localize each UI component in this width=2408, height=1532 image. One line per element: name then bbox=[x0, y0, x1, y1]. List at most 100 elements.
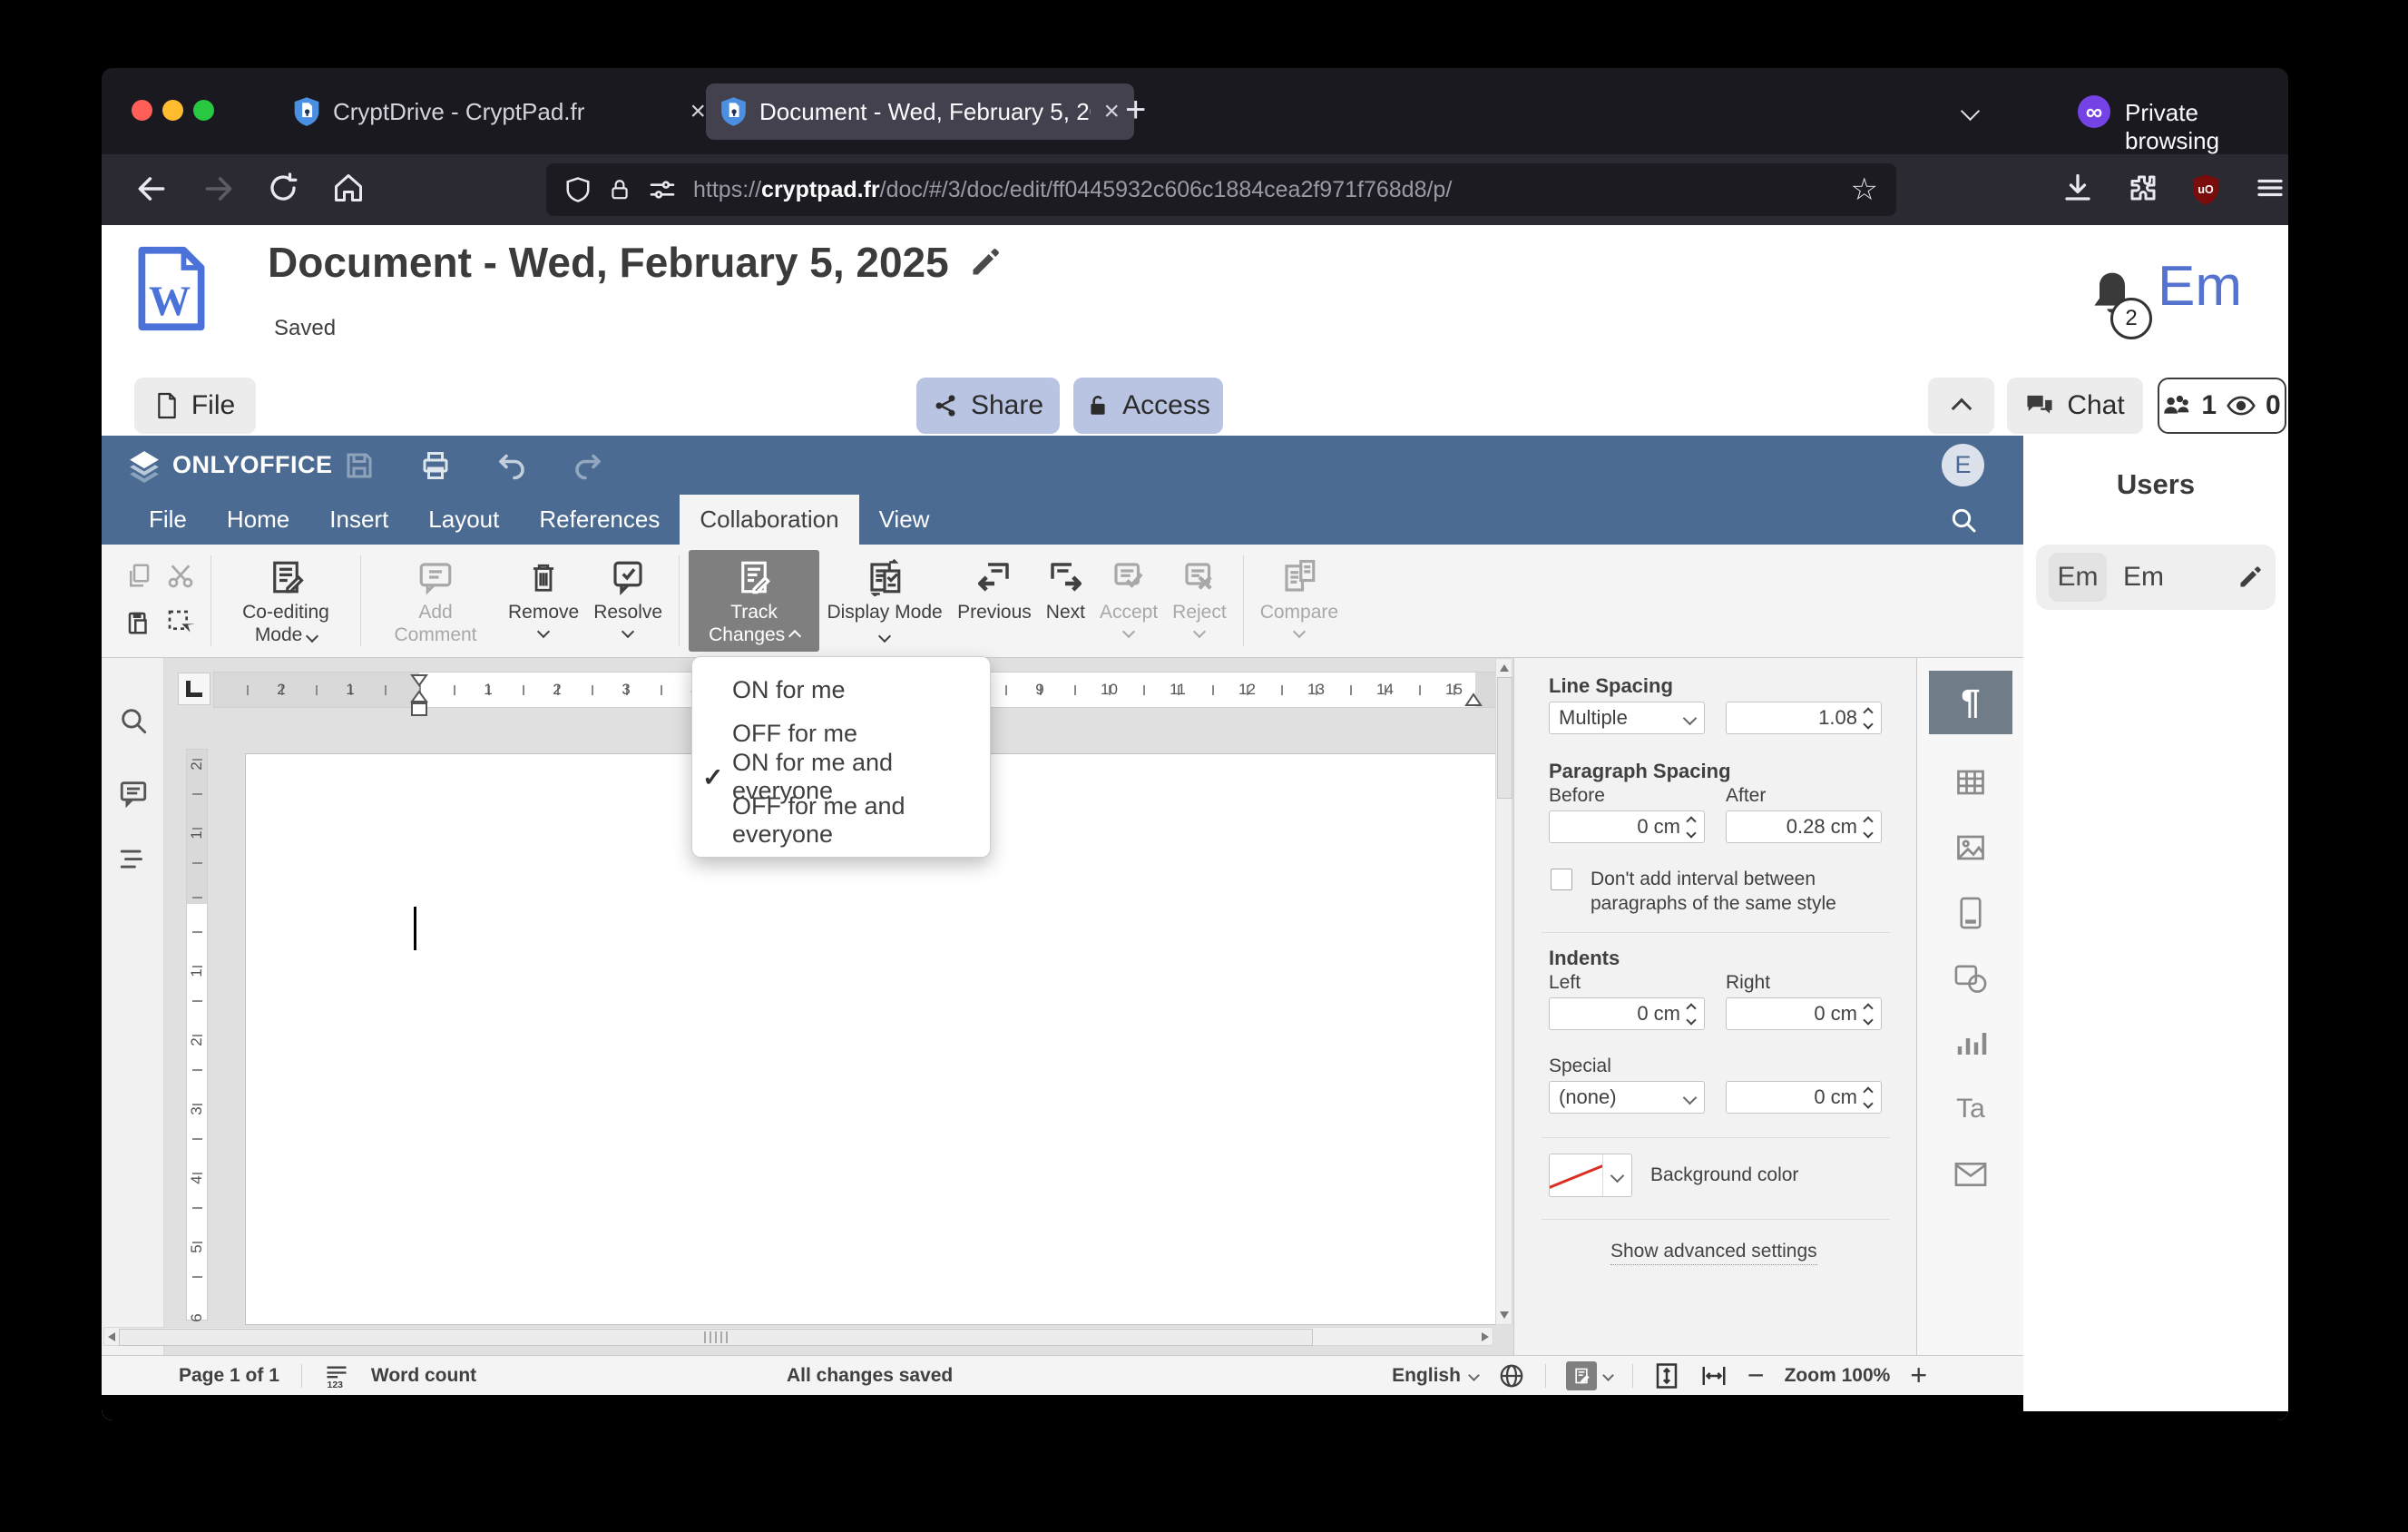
editor-search-icon[interactable] bbox=[1949, 506, 1978, 535]
menu-item[interactable]: OFF for me and everyone bbox=[692, 792, 990, 848]
word-count-button[interactable]: Word count bbox=[371, 1365, 476, 1387]
shape-settings-tab[interactable] bbox=[1929, 947, 2012, 1010]
comments-panel-icon[interactable] bbox=[118, 778, 149, 809]
reject-change-button[interactable]: Reject bbox=[1165, 550, 1234, 652]
presence-indicator[interactable]: 1 0 bbox=[2158, 378, 2286, 434]
redo-icon[interactable] bbox=[572, 449, 604, 482]
fit-page-icon[interactable] bbox=[1653, 1362, 1680, 1390]
connection-lock-icon[interactable] bbox=[608, 175, 631, 204]
browser-tab-cryptdrive[interactable]: CryptDrive - CryptPad.fr × bbox=[279, 83, 720, 140]
display-mode-button[interactable]: Display Mode bbox=[819, 550, 950, 652]
cut-icon[interactable] bbox=[166, 561, 195, 590]
tab-list-chevron-icon[interactable] bbox=[1960, 101, 1981, 122]
editor-tab-layout[interactable]: Layout bbox=[408, 495, 519, 545]
tracking-protection-shield-icon[interactable] bbox=[564, 175, 592, 204]
access-button[interactable]: Access bbox=[1073, 378, 1223, 434]
window-zoom-button[interactable] bbox=[193, 100, 214, 121]
save-icon[interactable] bbox=[343, 449, 376, 482]
special-select[interactable]: (none) bbox=[1549, 1081, 1705, 1114]
indent-right-spinner[interactable]: 0 cm bbox=[1726, 997, 1882, 1030]
right-indent-marker[interactable] bbox=[1464, 692, 1483, 707]
scroll-up-arrow[interactable] bbox=[1500, 664, 1509, 672]
menu-item[interactable]: ON for me bbox=[692, 668, 990, 712]
url-bar[interactable]: https://cryptpad.fr/doc/#/3/doc/edit/ff0… bbox=[546, 163, 1896, 216]
downloads-icon[interactable] bbox=[2061, 172, 2094, 204]
add-comment-button[interactable]: Add Comment bbox=[370, 550, 501, 652]
spin-down[interactable] bbox=[1863, 718, 1874, 730]
home-button[interactable] bbox=[332, 172, 365, 204]
account-initials[interactable]: Em bbox=[2158, 254, 2242, 319]
fit-width-icon[interactable] bbox=[1700, 1362, 1728, 1390]
window-minimize-button[interactable] bbox=[162, 100, 183, 121]
navigation-headings-icon[interactable] bbox=[118, 847, 149, 874]
select-all-icon[interactable] bbox=[166, 608, 195, 637]
compare-button[interactable]: Compare bbox=[1253, 550, 1346, 652]
editor-tab-home[interactable]: Home bbox=[207, 495, 309, 545]
undo-icon[interactable] bbox=[495, 449, 528, 482]
resolve-comments-button[interactable]: Resolve bbox=[586, 550, 670, 652]
track-changes-status-toggle[interactable] bbox=[1565, 1360, 1614, 1390]
chart-settings-tab[interactable] bbox=[1929, 1012, 2012, 1075]
scroll-right-arrow[interactable] bbox=[1482, 1332, 1489, 1341]
editor-tab-collaboration[interactable]: Collaboration bbox=[680, 495, 859, 545]
spellcheck-globe-icon[interactable] bbox=[1498, 1362, 1525, 1390]
new-tab-button[interactable]: + bbox=[1125, 90, 1146, 131]
remove-comments-button[interactable]: Remove bbox=[501, 550, 586, 652]
copy-icon[interactable] bbox=[125, 562, 152, 589]
editor-tab-references[interactable]: References bbox=[519, 495, 680, 545]
rename-pencil-icon[interactable] bbox=[969, 246, 1002, 279]
language-selector[interactable]: English bbox=[1392, 1365, 1480, 1387]
ublock-origin-icon[interactable]: uO bbox=[2190, 173, 2221, 206]
scroll-down-arrow[interactable] bbox=[1500, 1311, 1509, 1319]
zoom-out-button[interactable]: − bbox=[1747, 1359, 1765, 1392]
indent-left-spinner[interactable]: 0 cm bbox=[1549, 997, 1705, 1030]
edit-name-pencil-icon[interactable] bbox=[2237, 565, 2263, 590]
extensions-puzzle-icon[interactable] bbox=[2127, 172, 2159, 204]
editor-user-avatar[interactable]: E bbox=[1942, 444, 1984, 486]
vertical-scrollbar[interactable] bbox=[1495, 658, 1512, 1325]
previous-change-button[interactable]: Previous bbox=[950, 550, 1039, 652]
image-settings-tab[interactable] bbox=[1929, 816, 2012, 879]
paragraph-settings-tab[interactable]: ¶ bbox=[1929, 671, 2012, 734]
hamburger-menu-icon[interactable] bbox=[2254, 172, 2286, 204]
print-icon[interactable] bbox=[419, 449, 452, 482]
user-list-item[interactable]: Em Em bbox=[2036, 545, 2276, 610]
spacing-after-spinner[interactable]: 0.28 cm bbox=[1726, 810, 1882, 843]
forward-button[interactable] bbox=[201, 172, 236, 206]
back-button[interactable] bbox=[134, 172, 169, 206]
vertical-scroll-thumb[interactable] bbox=[1497, 677, 1512, 799]
textart-settings-tab[interactable]: Ta bbox=[1929, 1077, 2012, 1141]
mail-merge-settings-tab[interactable] bbox=[1929, 1143, 2012, 1206]
reload-button[interactable] bbox=[267, 172, 299, 204]
zoom-in-button[interactable]: + bbox=[1910, 1359, 1927, 1392]
coediting-mode-button[interactable]: Co-editing Mode bbox=[220, 550, 351, 652]
spacing-before-spinner[interactable]: 0 cm bbox=[1549, 810, 1705, 843]
find-icon[interactable] bbox=[118, 705, 149, 736]
bookmark-star-icon[interactable]: ☆ bbox=[1851, 172, 1878, 208]
permissions-icon[interactable] bbox=[648, 175, 677, 204]
notifications-bell[interactable]: 2 bbox=[2087, 267, 2152, 339]
accept-change-button[interactable]: Accept bbox=[1092, 550, 1165, 652]
editor-tab-view[interactable]: View bbox=[859, 495, 950, 545]
spin-up[interactable] bbox=[1863, 706, 1874, 718]
browser-tab-document[interactable]: Document - Wed, February 5, 20 × bbox=[706, 83, 1134, 140]
paste-icon[interactable] bbox=[125, 609, 152, 636]
headers-footers-settings-tab[interactable] bbox=[1929, 881, 2012, 945]
advanced-settings-link[interactable]: Show advanced settings bbox=[1610, 1241, 1817, 1265]
page-indicator[interactable]: Page 1 of 1 bbox=[179, 1365, 279, 1387]
tab-close-icon[interactable]: × bbox=[1103, 98, 1120, 125]
next-change-button[interactable]: Next bbox=[1039, 550, 1092, 652]
collapse-toolbar-button[interactable] bbox=[1928, 378, 1994, 434]
editor-tab-insert[interactable]: Insert bbox=[309, 495, 408, 545]
track-changes-button[interactable]: Track Changes bbox=[689, 550, 820, 652]
chat-button[interactable]: Chat bbox=[2007, 378, 2143, 434]
background-color-picker[interactable] bbox=[1549, 1154, 1632, 1197]
line-spacing-select[interactable]: Multiple bbox=[1549, 702, 1705, 734]
scroll-left-arrow[interactable] bbox=[108, 1332, 115, 1341]
tab-close-icon[interactable]: × bbox=[690, 98, 706, 125]
no-interval-checkbox[interactable] bbox=[1551, 869, 1572, 890]
editor-tab-file[interactable]: File bbox=[129, 495, 207, 545]
table-settings-tab[interactable] bbox=[1929, 751, 2012, 814]
special-amount-spinner[interactable]: 0 cm bbox=[1726, 1081, 1882, 1114]
tab-stop-selector[interactable] bbox=[178, 673, 210, 705]
